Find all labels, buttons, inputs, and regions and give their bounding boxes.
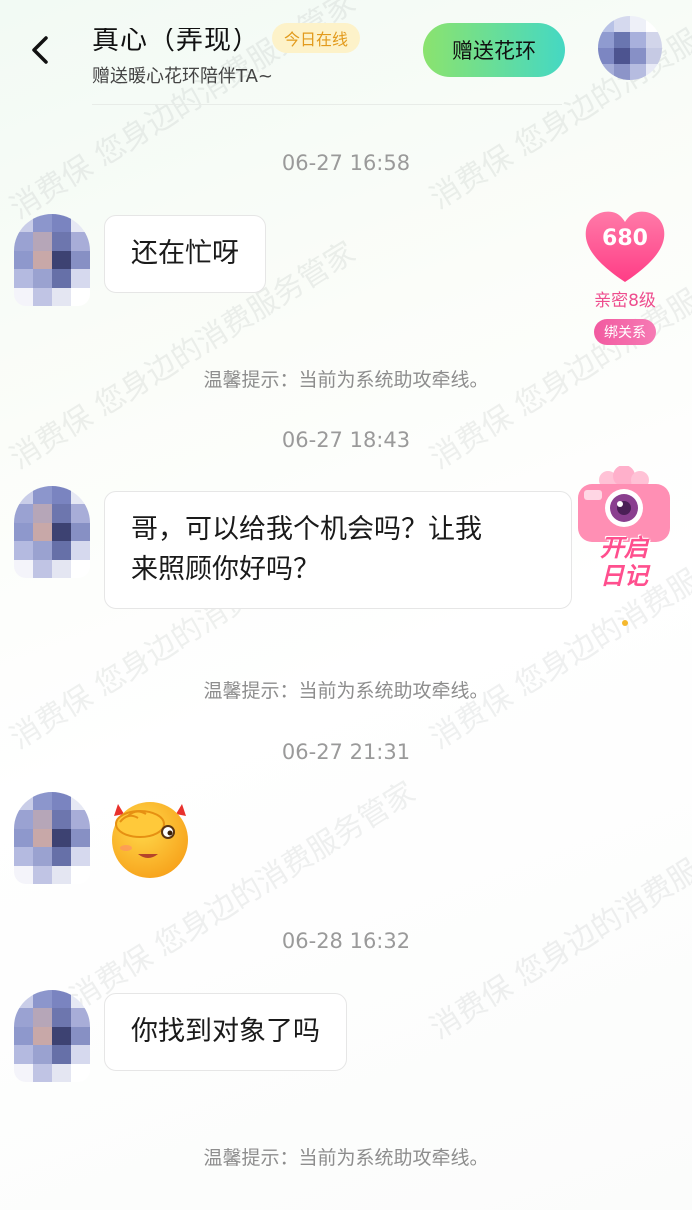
sender-avatar[interactable] [14, 792, 90, 884]
facepalm-emoji-icon[interactable] [104, 790, 196, 882]
message-bubble[interactable]: 哥，可以给我个机会吗？让我 来照顾你好吗？ [104, 491, 572, 609]
notification-dot [622, 620, 628, 626]
message-timestamp: 06-27 16:58 [281, 151, 411, 175]
diary-label-line1: 开启 [600, 534, 648, 562]
contact-name: 真心（弄现） [92, 25, 260, 56]
diary-widget[interactable]: 开启 日记 [572, 466, 676, 596]
system-tip: 温馨提示：当前为系统助攻牵线。 [203, 680, 489, 702]
back-button[interactable] [22, 30, 58, 70]
header-divider [92, 104, 562, 105]
system-tip: 温馨提示：当前为系统助攻牵线。 [203, 369, 489, 391]
chevron-left-icon [32, 36, 48, 64]
sender-avatar[interactable] [14, 990, 90, 1082]
system-tip: 温馨提示：当前为系统助攻牵线。 [203, 1147, 489, 1169]
message-timestamp: 06-27 21:31 [281, 740, 411, 764]
sender-avatar[interactable] [14, 486, 90, 578]
message-bubble[interactable]: 还在忙呀 [104, 215, 266, 293]
send-garland-button[interactable]: 赠送花环 [423, 23, 565, 77]
message-timestamp: 06-28 16:32 [281, 929, 411, 953]
chat-header: 真心（弄现） 今日在线 赠送暖心花环陪伴TA~ 赠送花环 [0, 0, 692, 108]
diary-label-line2: 日记 [600, 562, 648, 590]
intimacy-widget[interactable]: 680 亲密8级 绑关系 [584, 210, 666, 345]
message-timestamp: 06-27 18:43 [281, 428, 411, 452]
header-subtitle: 赠送暖心花环陪伴TA~ [92, 66, 273, 87]
intimacy-level: 亲密8级 [594, 291, 656, 311]
intimacy-value: 680 [602, 226, 648, 251]
diary-label: 开启 日记 [572, 534, 676, 590]
online-status-badge: 今日在线 [272, 22, 361, 53]
message-bubble[interactable]: 你找到对象了吗 [104, 993, 347, 1071]
watermark: 消费保 您身边的消费服务管家 [424, 805, 692, 1047]
sender-avatar[interactable] [14, 214, 90, 306]
bind-relationship-button[interactable]: 绑关系 [594, 319, 656, 345]
contact-avatar[interactable] [598, 16, 662, 80]
